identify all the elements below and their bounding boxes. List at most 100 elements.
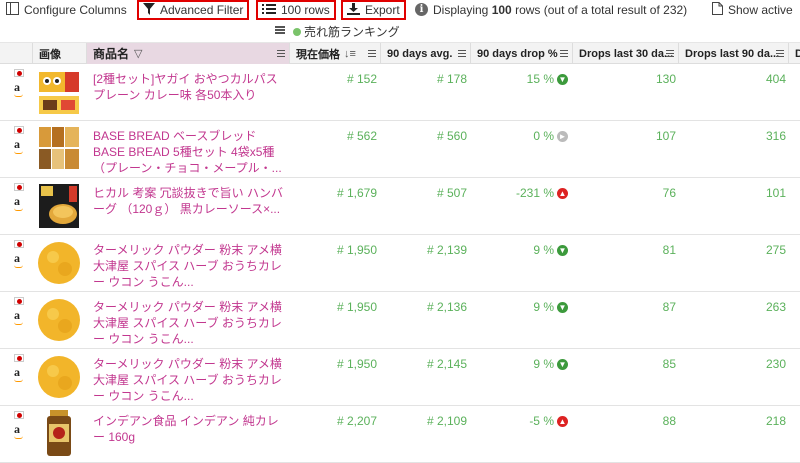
drop90-value: -231 % [515,186,554,200]
header-drops90-label: Drops last 90 da... [685,47,780,60]
product-name-link[interactable]: インデアン食品 インデアン 純カレー 160g [93,413,288,461]
table-row[interactable]: a ターメリック パウダー 粉末 アメ横 大津屋 スパイス ハーブ おうちカレー… [0,235,800,292]
advanced-filter-button[interactable]: Advanced Filter [137,0,250,20]
arrow-up-icon: ▲ [557,187,568,199]
drops30-count: 107 [655,129,676,143]
row-group-panel: 売れ筋ランキング [0,21,800,41]
show-active-label: Show active [728,2,793,17]
column-menu-icon[interactable] [368,50,376,57]
amazon-icon[interactable]: a [14,365,20,380]
header-product-name[interactable]: 商品名 ▽ [87,43,290,64]
drop90-value: 15 % [526,72,554,86]
amazon-icon[interactable]: a [14,194,20,209]
product-thumbnail[interactable] [37,125,81,173]
table-row[interactable]: a ヒカル 考案 冗談抜きで旨い ハンバーグ （120ｇ） 黒カレーソース×..… [0,178,800,235]
drops30-count: 88 [662,414,676,428]
avg90-price: # 2,145 [426,357,467,371]
header-drops90[interactable]: Drops last 90 da... [679,43,789,64]
japan-flag-icon [14,126,24,134]
table-row[interactable]: a ターメリック パウダー 粉末 アメ横 大津屋 スパイス ハーブ おうちカレー… [0,349,800,406]
amazon-smile-icon [14,208,23,211]
header-drop90[interactable]: 90 days drop % [471,43,573,64]
header-current-price[interactable]: 現在価格 ↓≡ [290,43,381,64]
header-avg90[interactable]: 90 days avg. [381,43,471,64]
amazon-icon[interactable]: a [14,308,20,323]
status-dot-icon [293,27,301,36]
column-menu-icon[interactable] [666,50,674,57]
drop90-percent: -231 % ▲ [516,186,568,200]
amazon-icon[interactable]: a [14,422,20,437]
drop90-value: 0 % [533,129,554,143]
product-name-link[interactable]: ターメリック パウダー 粉末 アメ横 大津屋 スパイス ハーブ おうちカレー ウ… [93,356,288,404]
column-menu-icon[interactable] [560,50,568,57]
product-thumbnail[interactable] [37,68,81,116]
drops90-count: 230 [765,357,786,371]
header-image[interactable]: 画像 [33,43,87,64]
export-button[interactable]: Export [341,0,406,20]
header-image-label: 画像 [39,48,61,61]
table-row[interactable]: a ターメリック パウダー 粉末 アメ横 大津屋 スパイス ハーブ おうちカレー… [0,292,800,349]
product-name-link[interactable]: ターメリック パウダー 粉末 アメ横 大津屋 スパイス ハーブ おうちカレー ウ… [93,242,288,290]
drop90-percent: 9 % ▼ [533,300,568,314]
japan-flag-icon [14,240,24,248]
arrow-down-icon: ▼ [557,301,568,313]
sort-desc-icon[interactable]: ↓≡ [344,48,356,60]
amazon-icon[interactable]: a [14,137,20,152]
drop90-value: -5 % [529,414,554,428]
product-name-link[interactable]: ターメリック パウダー 粉末 アメ横 大津屋 スパイス ハーブ おうちカレー ウ… [93,299,288,347]
header-extra[interactable]: D [789,43,800,64]
japan-flag-icon [14,69,24,77]
table-row[interactable]: a [2種セット]ヤガイ おやつカルパス プレーン カレー味 各50本入り # … [0,64,800,121]
drop90-percent: 9 % ▼ [533,243,568,257]
group-label: 売れ筋ランキング [304,25,400,39]
column-menu-icon[interactable] [277,50,285,57]
product-thumbnail[interactable] [37,296,81,344]
header-extra-label: D [795,47,800,60]
amazon-smile-icon [14,322,23,325]
column-menu-icon[interactable] [458,50,466,57]
current-price: # 2,207 [336,414,377,428]
product-thumbnail[interactable] [37,353,81,401]
configure-columns-button[interactable]: Configure Columns [6,0,127,19]
product-thumbnail[interactable] [37,410,81,458]
drops90-count: 404 [765,72,786,86]
filter-icon[interactable]: ▽ [134,47,142,60]
drops30-count: 87 [662,300,676,314]
columns-icon [6,1,19,18]
product-name-link[interactable]: ヒカル 考案 冗談抜きで旨い ハンバーグ （120ｇ） 黒カレーソース×... [93,185,288,233]
column-menu-icon[interactable] [776,50,784,57]
current-price: # 1,950 [336,300,377,314]
header-avg90-label: 90 days avg. [387,47,453,60]
product-name-link[interactable]: [2種セット]ヤガイ おやつカルパス プレーン カレー味 各50本入り [93,71,288,119]
amazon-smile-icon [14,436,23,439]
show-active-toggle[interactable]: Show active [712,0,793,19]
drag-handle-icon[interactable] [275,26,285,34]
product-thumbnail[interactable] [37,239,81,287]
avg90-price: # 2,109 [426,414,467,428]
product-name-link[interactable]: BASE BREAD ベースブレッド BASE BREAD 5種セット 4袋x5… [93,128,288,176]
advanced-filter-label: Advanced Filter [160,3,244,17]
rows-count-label: 100 rows [281,3,330,17]
amazon-icon[interactable]: a [14,251,20,266]
amazon-icon[interactable]: a [14,80,20,95]
drops90-count: 218 [765,414,786,428]
drop90-percent: 9 % ▼ [533,357,568,371]
product-thumbnail[interactable] [37,182,81,230]
drops30-count: 130 [655,72,676,86]
table-row[interactable]: a BASE BREAD ベースブレッド BASE BREAD 5種セット 4袋… [0,121,800,178]
configure-columns-label: Configure Columns [24,2,127,17]
drops90-count: 263 [765,300,786,314]
drops90-count: 101 [765,186,786,200]
drop90-value: 9 % [533,300,554,314]
arrow-down-icon: ▼ [557,73,568,85]
group-chip[interactable]: 売れ筋ランキング [293,23,400,40]
displaying-suffix: rows (out of a total result of 232) [515,2,688,17]
table-row[interactable]: a インデアン食品 インデアン 純カレー 160g # 2,207 # 2,10… [0,406,800,463]
drops30-count: 85 [662,357,676,371]
drops30-count: 81 [662,243,676,257]
table-header: 画像 商品名 ▽ 現在価格 ↓≡ 90 days avg. 90 days dr… [0,42,800,64]
drop90-percent: -5 % ▲ [529,414,568,428]
rows-count-button[interactable]: 100 rows [256,0,336,20]
header-drops30[interactable]: Drops last 30 da... [573,43,679,64]
displaying-prefix: Displaying [433,2,489,17]
